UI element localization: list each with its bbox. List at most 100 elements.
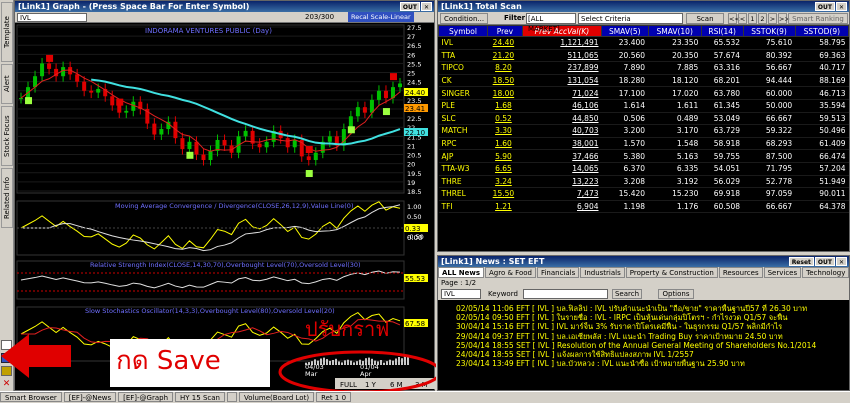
symbol-input[interactable]: IVL [17,13,87,22]
scan-button[interactable]: Scan [686,13,724,24]
volume-bar [392,360,394,365]
news-item[interactable]: 25/04/14 18:55 SET [ IVL ] Resolution of… [438,341,849,350]
chart-canvas[interactable]: INDORAMA VENTURES PUBLIC (Day) 27.52726.… [15,23,436,392]
scan-row[interactable]: AJP 5.90 37,466 5.380 5.163 59.755 87.500 66.47… [438,149,849,163]
chart-title: INDORAMA VENTURES PUBLIC (Day) [145,27,272,35]
buy-signal-marker [25,97,33,105]
tab-stock-focus[interactable]: Stock Focus [1,106,13,166]
rsi-label: Relative Strength Index(CLOSE,14,30,70),… [90,261,361,269]
scan-header-3[interactable]: SMAV(5) [601,25,649,37]
candle-body [398,83,402,88]
scan-row[interactable]: RPC 1.60 38,001 1.570 1.548 58.918 68.293 61.40… [438,137,849,151]
scan-cell: 50.496 [795,124,849,138]
scan-row[interactable]: PLE 1.68 46,106 1.614 1.611 61.345 50.000 35.59… [438,99,849,113]
scan-row[interactable]: THREL 15.50 7,473 15.420 15.230 69.918 97.059 9… [438,187,849,201]
tab-template[interactable]: Template [1,2,13,62]
scan-header-4[interactable]: SMAV(10) [647,25,702,37]
news-symbol-input[interactable]: IVL [441,289,481,299]
scan-cell: 18.00 [487,86,523,100]
scan-header-5[interactable]: RSI(14) [700,25,744,37]
scan-cell: 1.21 [487,200,523,214]
news-item[interactable]: 23/04/14 13:49 EFT [ IVL ] บล.บัวหลวง : … [438,359,849,368]
candle-body [75,74,80,82]
news-tab[interactable]: Technology [802,267,849,278]
price-tick-label: 22.5 [407,115,421,123]
macd-zero-tag: 0.00 [407,234,423,242]
condition-button[interactable]: Condition... [440,13,489,24]
scan-cell: THREL [438,187,488,201]
news-item[interactable]: 30/04/14 15:16 EFT [ IVL ] IVL มาร์จิ้น … [438,322,849,331]
out-button[interactable]: OUT [399,2,420,11]
filter-select[interactable]: [ALL MARKET] [526,13,576,33]
news-tab[interactable]: Industrials [580,267,625,278]
scan-cell: 23.350 [648,36,702,50]
news-tab[interactable]: Agro & Food [485,267,536,278]
candle-body [124,110,129,113]
price-tick-label: 27 [407,33,415,41]
scan-row[interactable]: THRE 3.24 13,223 3.208 3.192 56.029 52.778 51.9… [438,175,849,189]
news-item[interactable]: 24/04/14 18:55 SET [ IVL ] แจ้งผลการใช้ส… [438,350,849,359]
scan-header-7[interactable]: SSTOD(9) [794,25,850,37]
candle-body [159,129,164,135]
scan-header-0[interactable]: Symbol [438,25,488,37]
scan-cell: 17.020 [648,86,702,100]
scan-cell: 58.795 [795,36,849,50]
scan-cell: 3.30 [487,124,523,138]
scan-row[interactable]: TIPCO 8.20 237,899 7.890 7.885 63.316 56.667 40… [438,61,849,75]
scan-cell: 66.667 [743,200,796,214]
criteria-select[interactable]: Select Criteria [578,13,683,24]
scan-page-button[interactable]: > [768,13,777,24]
news-tab[interactable]: Services [763,267,802,278]
tab-related-info[interactable]: Related Info [1,168,13,228]
scan-cell: 60.508 [701,200,744,214]
scan-row[interactable]: MATCH 3.30 40,703 3.200 3.170 63.729 59.322 50.… [438,124,849,138]
scan-cell: 1.60 [487,137,523,151]
scan-cell: 61.345 [701,99,744,113]
tab-alert[interactable]: Alert [1,64,13,104]
recal-scale-button[interactable]: Recal Scale-Linear [348,12,414,22]
volume-bar [398,357,400,365]
scan-header-6[interactable]: SSTOK(9) [742,25,796,37]
candle-body [117,105,122,113]
news-tab[interactable]: Financials [536,267,580,278]
news-tab[interactable]: Property & Construction [625,267,718,278]
range-full-button[interactable]: FULL [340,381,357,389]
news-close-icon[interactable]: ✕ [835,257,847,266]
scan-row[interactable]: CK 18.50 131,054 18.280 18.120 68.201 94.444 88… [438,74,849,88]
scan-cell: 3.192 [648,175,702,189]
scan-page-button[interactable]: >> [778,13,790,24]
news-options-button[interactable]: Options [658,289,694,299]
scan-row[interactable]: TTA 21.20 511,065 20.560 20.350 57.674 80.392 6… [438,49,849,63]
news-tab[interactable]: ALL News [438,267,485,278]
scan-page-button[interactable]: 2 [758,13,767,24]
scan-page-button[interactable]: << [728,13,740,24]
close-icon[interactable]: ✕ [420,2,432,11]
scan-cell: 71.795 [743,162,796,176]
scan-row[interactable]: SLC 0.52 44,850 0.506 0.489 53.049 66.667 59.51… [438,112,849,126]
scan-cell: 46,106 [522,99,602,113]
scan-cell: SINGER [438,86,488,100]
price-tick-label: 19.5 [407,170,421,178]
annotation-arrow [1,331,71,381]
scan-page-button[interactable]: 1 [748,13,757,24]
news-out-button[interactable]: OUT [814,257,835,266]
news-item[interactable]: 29/04/14 09:37 EFT [ IVL ] บล.เอเซียพลัส… [438,332,849,341]
scan-row[interactable]: IVL 24.40 1,121,491 23.400 23.350 65.532 75.61… [438,36,849,50]
scan-row[interactable]: SINGER 18.00 71,024 17.100 17.020 63.780 60.00… [438,86,849,100]
scan-out-button[interactable]: OUT [814,2,835,11]
scan-page-button[interactable]: < [738,13,747,24]
scan-cell: 90.011 [795,187,849,201]
scan-row[interactable]: TTA-W3 6.65 14,065 6.370 6.335 54.051 71.795 57… [438,162,849,176]
smart-ranking-button[interactable]: Smart Ranking [788,13,848,24]
news-item[interactable]: 02/05/14 09:50 EFT [ IVL ] ในรายชื่อ : I… [438,313,849,322]
scan-close-icon[interactable]: ✕ [835,2,847,11]
keyword-input[interactable] [523,289,608,299]
news-search-button[interactable]: Search [612,289,642,299]
scan-row[interactable]: TFI 1.21 6,904 1.198 1.176 60.508 66.667 64.378 [438,200,849,214]
news-tab[interactable]: Resources [718,267,763,278]
scan-header-1[interactable]: Prev [486,25,523,37]
news-reset-button[interactable]: Reset [788,257,814,266]
scan-cell: 7.890 [601,61,649,75]
range-1y-button[interactable]: 1 Y [365,381,377,389]
news-item[interactable]: 02/05/14 11:06 EFT [ IVL ] บล.ฟิลลิป : I… [438,304,849,313]
